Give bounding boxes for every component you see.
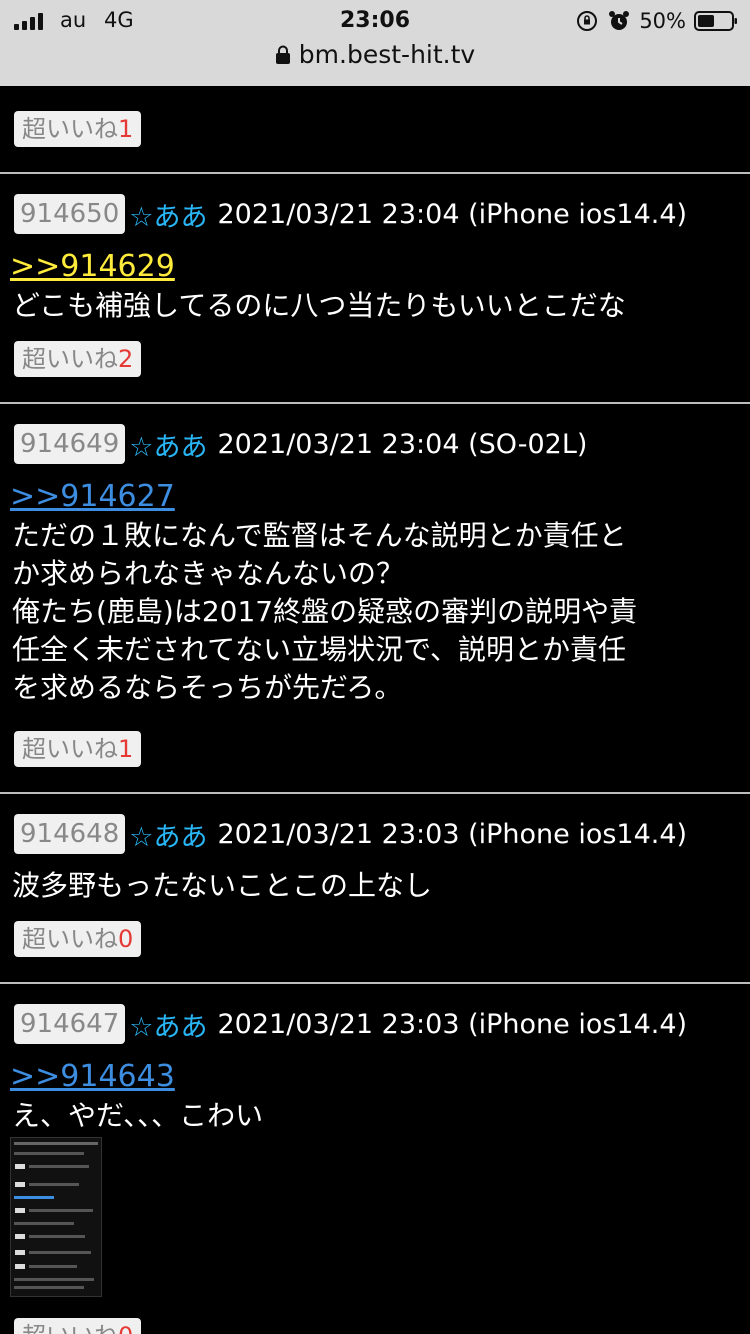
post-meta: 2021/03/21 23:04 (iPhone ios14.4) xyxy=(217,198,688,230)
post-body-line: 俺たち(鹿島)は2017終盤の疑惑の審判の説明や責 xyxy=(12,595,638,628)
browser-status-bar: au 4G 23:06 50% bm.best-hit.tv xyxy=(0,0,750,86)
post-body-line: 任全く未だされてない立場状況で、説明とか責任 xyxy=(12,633,627,666)
post-header: 914650 ☆ああ 2021/03/21 23:04 (iPhone ios1… xyxy=(14,194,687,234)
super-like-count: 2 xyxy=(118,345,134,373)
super-like-label: 超いいね xyxy=(22,115,118,143)
post-body: ただの１敗になんで監督はそんな説明とか責任と か求められなきゃなんないの？ 俺た… xyxy=(12,517,740,707)
post-meta: 2021/03/21 23:03 (iPhone ios14.4) xyxy=(217,818,688,850)
post-divider xyxy=(0,792,750,794)
battery-icon xyxy=(694,11,737,31)
super-like-label: 超いいね xyxy=(22,345,118,373)
post-body-line: ただの１敗になんで監督はそんな説明とか責任と xyxy=(12,519,627,552)
super-like-label: 超いいね xyxy=(22,1322,118,1334)
super-like-button[interactable]: 超いいね0 xyxy=(14,1318,142,1334)
super-like-button[interactable]: 超いいね1 xyxy=(14,731,142,767)
post-body-line: え、やだ、、、こわい xyxy=(12,1099,264,1132)
post-divider xyxy=(0,982,750,984)
post-number[interactable]: 914649 xyxy=(14,424,126,464)
super-like-button[interactable]: 超いいね1 xyxy=(14,111,142,147)
orientation-lock-icon xyxy=(577,11,598,31)
post-author: ☆ああ xyxy=(129,431,208,463)
post-divider xyxy=(0,402,750,404)
url-text: bm.best-hit.tv xyxy=(298,40,476,69)
post-body-line: か求められなきゃなんないの？ xyxy=(12,557,405,590)
battery-percent: 50% xyxy=(639,9,686,33)
post-body: 波多野もったないことこの上なし xyxy=(12,867,740,905)
attached-image-thumbnail[interactable] xyxy=(10,1137,102,1297)
post-header: 914648 ☆ああ 2021/03/21 23:03 (iPhone ios1… xyxy=(14,814,687,854)
post-meta: 2021/03/21 23:04 (SO-02L) xyxy=(217,428,588,460)
post-header: 914649 ☆ああ 2021/03/21 23:04 (SO-02L) xyxy=(14,424,587,464)
lock-icon xyxy=(275,45,290,64)
super-like-button[interactable]: 超いいね2 xyxy=(14,341,142,377)
post-number[interactable]: 914648 xyxy=(14,814,126,854)
post-number[interactable]: 914647 xyxy=(14,1004,126,1044)
post-author: ☆ああ xyxy=(129,821,208,853)
post-body-line: どこも補強してるのに八つ当たりもいいとこだな xyxy=(12,289,626,322)
thread-content: 超いいね1 914650 ☆ああ 2021/03/21 23:04 (iPhon… xyxy=(0,0,750,1334)
post-author: ☆ああ xyxy=(129,201,208,233)
super-like-button[interactable]: 超いいね0 xyxy=(14,921,142,957)
alarm-icon xyxy=(609,11,630,30)
super-like-count: 1 xyxy=(118,735,134,763)
post-header: 914647 ☆ああ 2021/03/21 23:03 (iPhone ios1… xyxy=(14,1004,687,1044)
reply-link[interactable]: >>914643 xyxy=(10,1059,175,1094)
post-number[interactable]: 914650 xyxy=(14,194,126,234)
super-like-label: 超いいね xyxy=(22,735,118,763)
super-like-count: 0 xyxy=(118,925,134,953)
reply-link[interactable]: >>914627 xyxy=(10,479,175,514)
post-body-line: を求めるならそっちが先だろ。 xyxy=(12,671,403,704)
super-like-label: 超いいね xyxy=(22,925,118,953)
post-divider xyxy=(0,172,750,174)
post-author: ☆ああ xyxy=(129,1011,208,1043)
post-body: え、やだ、、、こわい xyxy=(12,1097,740,1135)
post-meta: 2021/03/21 23:03 (iPhone ios14.4) xyxy=(217,1008,688,1040)
address-bar[interactable]: bm.best-hit.tv xyxy=(0,40,750,69)
super-like-count: 1 xyxy=(118,115,134,143)
post-body-line: 波多野もったないことこの上なし xyxy=(12,869,433,902)
super-like-count: 0 xyxy=(118,1322,133,1334)
post-body: どこも補強してるのに八つ当たりもいいとこだな xyxy=(12,287,740,325)
reply-link[interactable]: >>914629 xyxy=(10,249,175,284)
